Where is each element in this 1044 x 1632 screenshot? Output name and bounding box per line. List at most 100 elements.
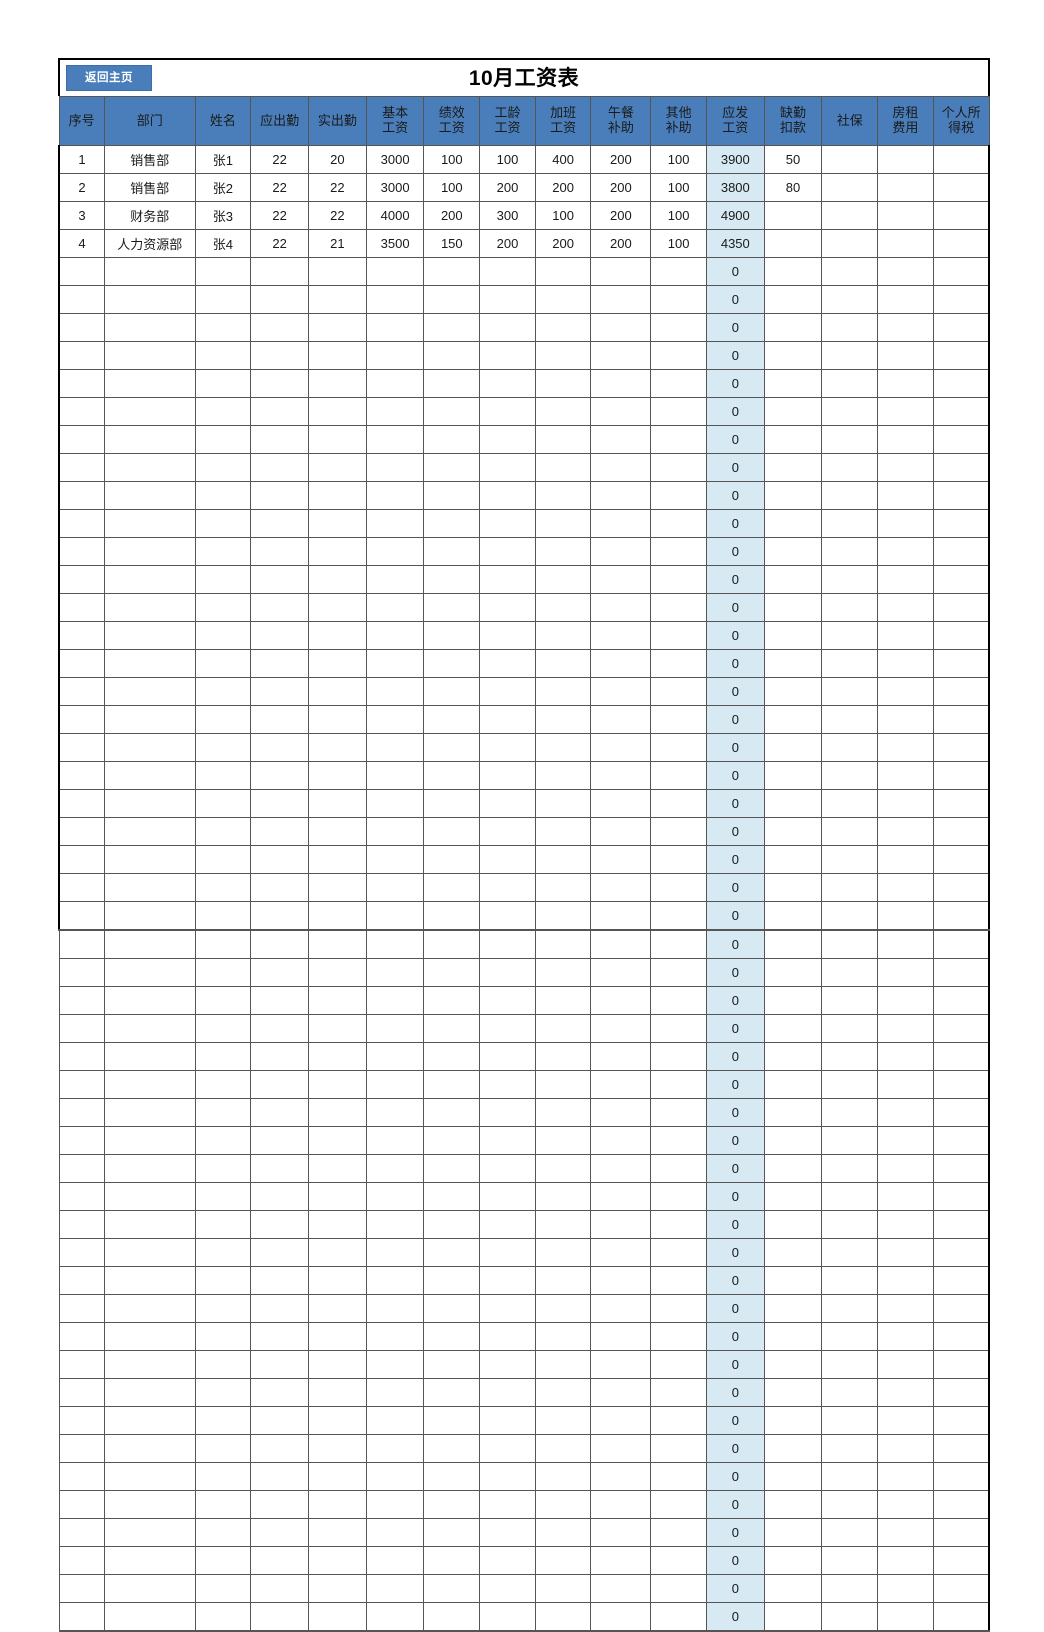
cell-overtime[interactable] (534, 817, 592, 846)
cell-other[interactable]: 100 (650, 145, 707, 174)
cell-name[interactable] (194, 1490, 252, 1519)
cell-overtime[interactable] (534, 425, 592, 454)
cell-act_days[interactable]: 20 (307, 145, 367, 174)
cell-absence[interactable] (763, 1238, 823, 1267)
cell-absence[interactable] (763, 705, 823, 734)
cell-social[interactable] (821, 1546, 879, 1575)
cell-lunch[interactable] (590, 1182, 652, 1211)
cell-social[interactable] (821, 817, 879, 846)
cell-name[interactable] (194, 1070, 252, 1099)
cell-social[interactable] (821, 537, 879, 566)
cell-seniority[interactable] (479, 369, 536, 398)
cell-gross[interactable]: 0 (705, 313, 765, 342)
cell-index[interactable] (58, 1574, 105, 1603)
cell-due_days[interactable] (250, 425, 309, 454)
cell-absence[interactable] (763, 1154, 823, 1183)
cell-dept[interactable] (103, 1182, 196, 1211)
cell-rent[interactable] (877, 1322, 934, 1351)
cell-tax[interactable] (932, 705, 990, 734)
cell-rent[interactable] (877, 565, 934, 594)
cell-base[interactable]: 3000 (365, 173, 425, 202)
cell-index[interactable] (58, 1406, 105, 1435)
cell-seniority[interactable] (479, 817, 536, 846)
cell-absence[interactable] (763, 873, 823, 902)
cell-rent[interactable] (877, 1042, 934, 1071)
cell-name[interactable]: 张1 (194, 145, 252, 174)
table-row[interactable]: 0 (58, 1238, 990, 1267)
table-row[interactable]: 0 (58, 1266, 990, 1295)
cell-seniority[interactable] (479, 1602, 536, 1632)
cell-name[interactable]: 张3 (194, 201, 252, 230)
cell-seniority[interactable] (479, 677, 536, 706)
cell-index[interactable] (58, 1378, 105, 1407)
cell-due_days[interactable] (250, 565, 309, 594)
cell-perf[interactable] (423, 1350, 481, 1379)
cell-overtime[interactable]: 100 (534, 201, 592, 230)
cell-lunch[interactable] (590, 1126, 652, 1155)
cell-gross[interactable]: 0 (705, 481, 765, 510)
cell-overtime[interactable] (534, 593, 592, 622)
cell-gross[interactable]: 0 (705, 1182, 765, 1211)
cell-perf[interactable] (423, 1378, 481, 1407)
cell-base[interactable] (365, 1266, 425, 1295)
cell-rent[interactable] (877, 929, 934, 959)
cell-base[interactable] (365, 986, 425, 1015)
cell-perf[interactable] (423, 425, 481, 454)
cell-dept[interactable] (103, 677, 196, 706)
cell-other[interactable] (650, 1350, 707, 1379)
cell-base[interactable] (365, 621, 425, 650)
cell-social[interactable] (821, 1434, 879, 1463)
cell-seniority[interactable] (479, 761, 536, 790)
cell-overtime[interactable] (534, 257, 592, 286)
cell-gross[interactable]: 0 (705, 1406, 765, 1435)
cell-social[interactable] (821, 145, 879, 174)
cell-name[interactable] (194, 1154, 252, 1183)
cell-lunch[interactable] (590, 677, 652, 706)
cell-act_days[interactable] (307, 1434, 367, 1463)
cell-overtime[interactable] (534, 986, 592, 1015)
cell-rent[interactable] (877, 1266, 934, 1295)
cell-other[interactable] (650, 313, 707, 342)
cell-index[interactable] (57, 313, 105, 342)
cell-lunch[interactable] (590, 1014, 652, 1043)
cell-perf[interactable] (423, 397, 481, 426)
table-row[interactable]: 0 (57, 677, 990, 706)
cell-name[interactable] (194, 425, 252, 454)
cell-lunch[interactable] (590, 1602, 652, 1632)
cell-act_days[interactable] (307, 1490, 367, 1519)
cell-act_days[interactable] (307, 817, 367, 846)
cell-tax[interactable] (932, 1518, 990, 1547)
cell-seniority[interactable] (479, 621, 536, 650)
cell-dept[interactable] (103, 537, 196, 566)
cell-seniority[interactable] (479, 313, 536, 342)
cell-tax[interactable] (932, 453, 990, 482)
cell-act_days[interactable] (307, 1574, 367, 1603)
table-row[interactable]: 0 (57, 733, 990, 762)
cell-name[interactable] (194, 1518, 252, 1547)
cell-due_days[interactable] (250, 313, 309, 342)
cell-absence[interactable] (763, 229, 823, 258)
cell-tax[interactable] (932, 733, 990, 762)
cell-other[interactable] (650, 1490, 707, 1519)
cell-rent[interactable] (877, 1294, 934, 1323)
cell-seniority[interactable] (479, 1574, 536, 1603)
cell-act_days[interactable] (307, 1462, 367, 1491)
cell-index[interactable] (57, 677, 105, 706)
cell-absence[interactable] (763, 621, 823, 650)
cell-base[interactable] (365, 397, 425, 426)
cell-seniority[interactable] (479, 1210, 536, 1239)
cell-name[interactable] (194, 453, 252, 482)
cell-social[interactable] (821, 621, 879, 650)
cell-lunch[interactable] (590, 565, 652, 594)
cell-dept[interactable] (103, 509, 196, 538)
cell-social[interactable] (821, 285, 879, 314)
cell-seniority[interactable] (479, 733, 536, 762)
cell-rent[interactable] (877, 1210, 934, 1239)
table-row[interactable]: 0 (57, 817, 990, 846)
cell-gross[interactable]: 0 (705, 929, 765, 959)
cell-gross[interactable]: 0 (705, 1574, 765, 1603)
table-row[interactable]: 0 (58, 958, 990, 987)
cell-overtime[interactable] (534, 285, 592, 314)
cell-absence[interactable] (763, 1294, 823, 1323)
cell-social[interactable] (821, 593, 879, 622)
